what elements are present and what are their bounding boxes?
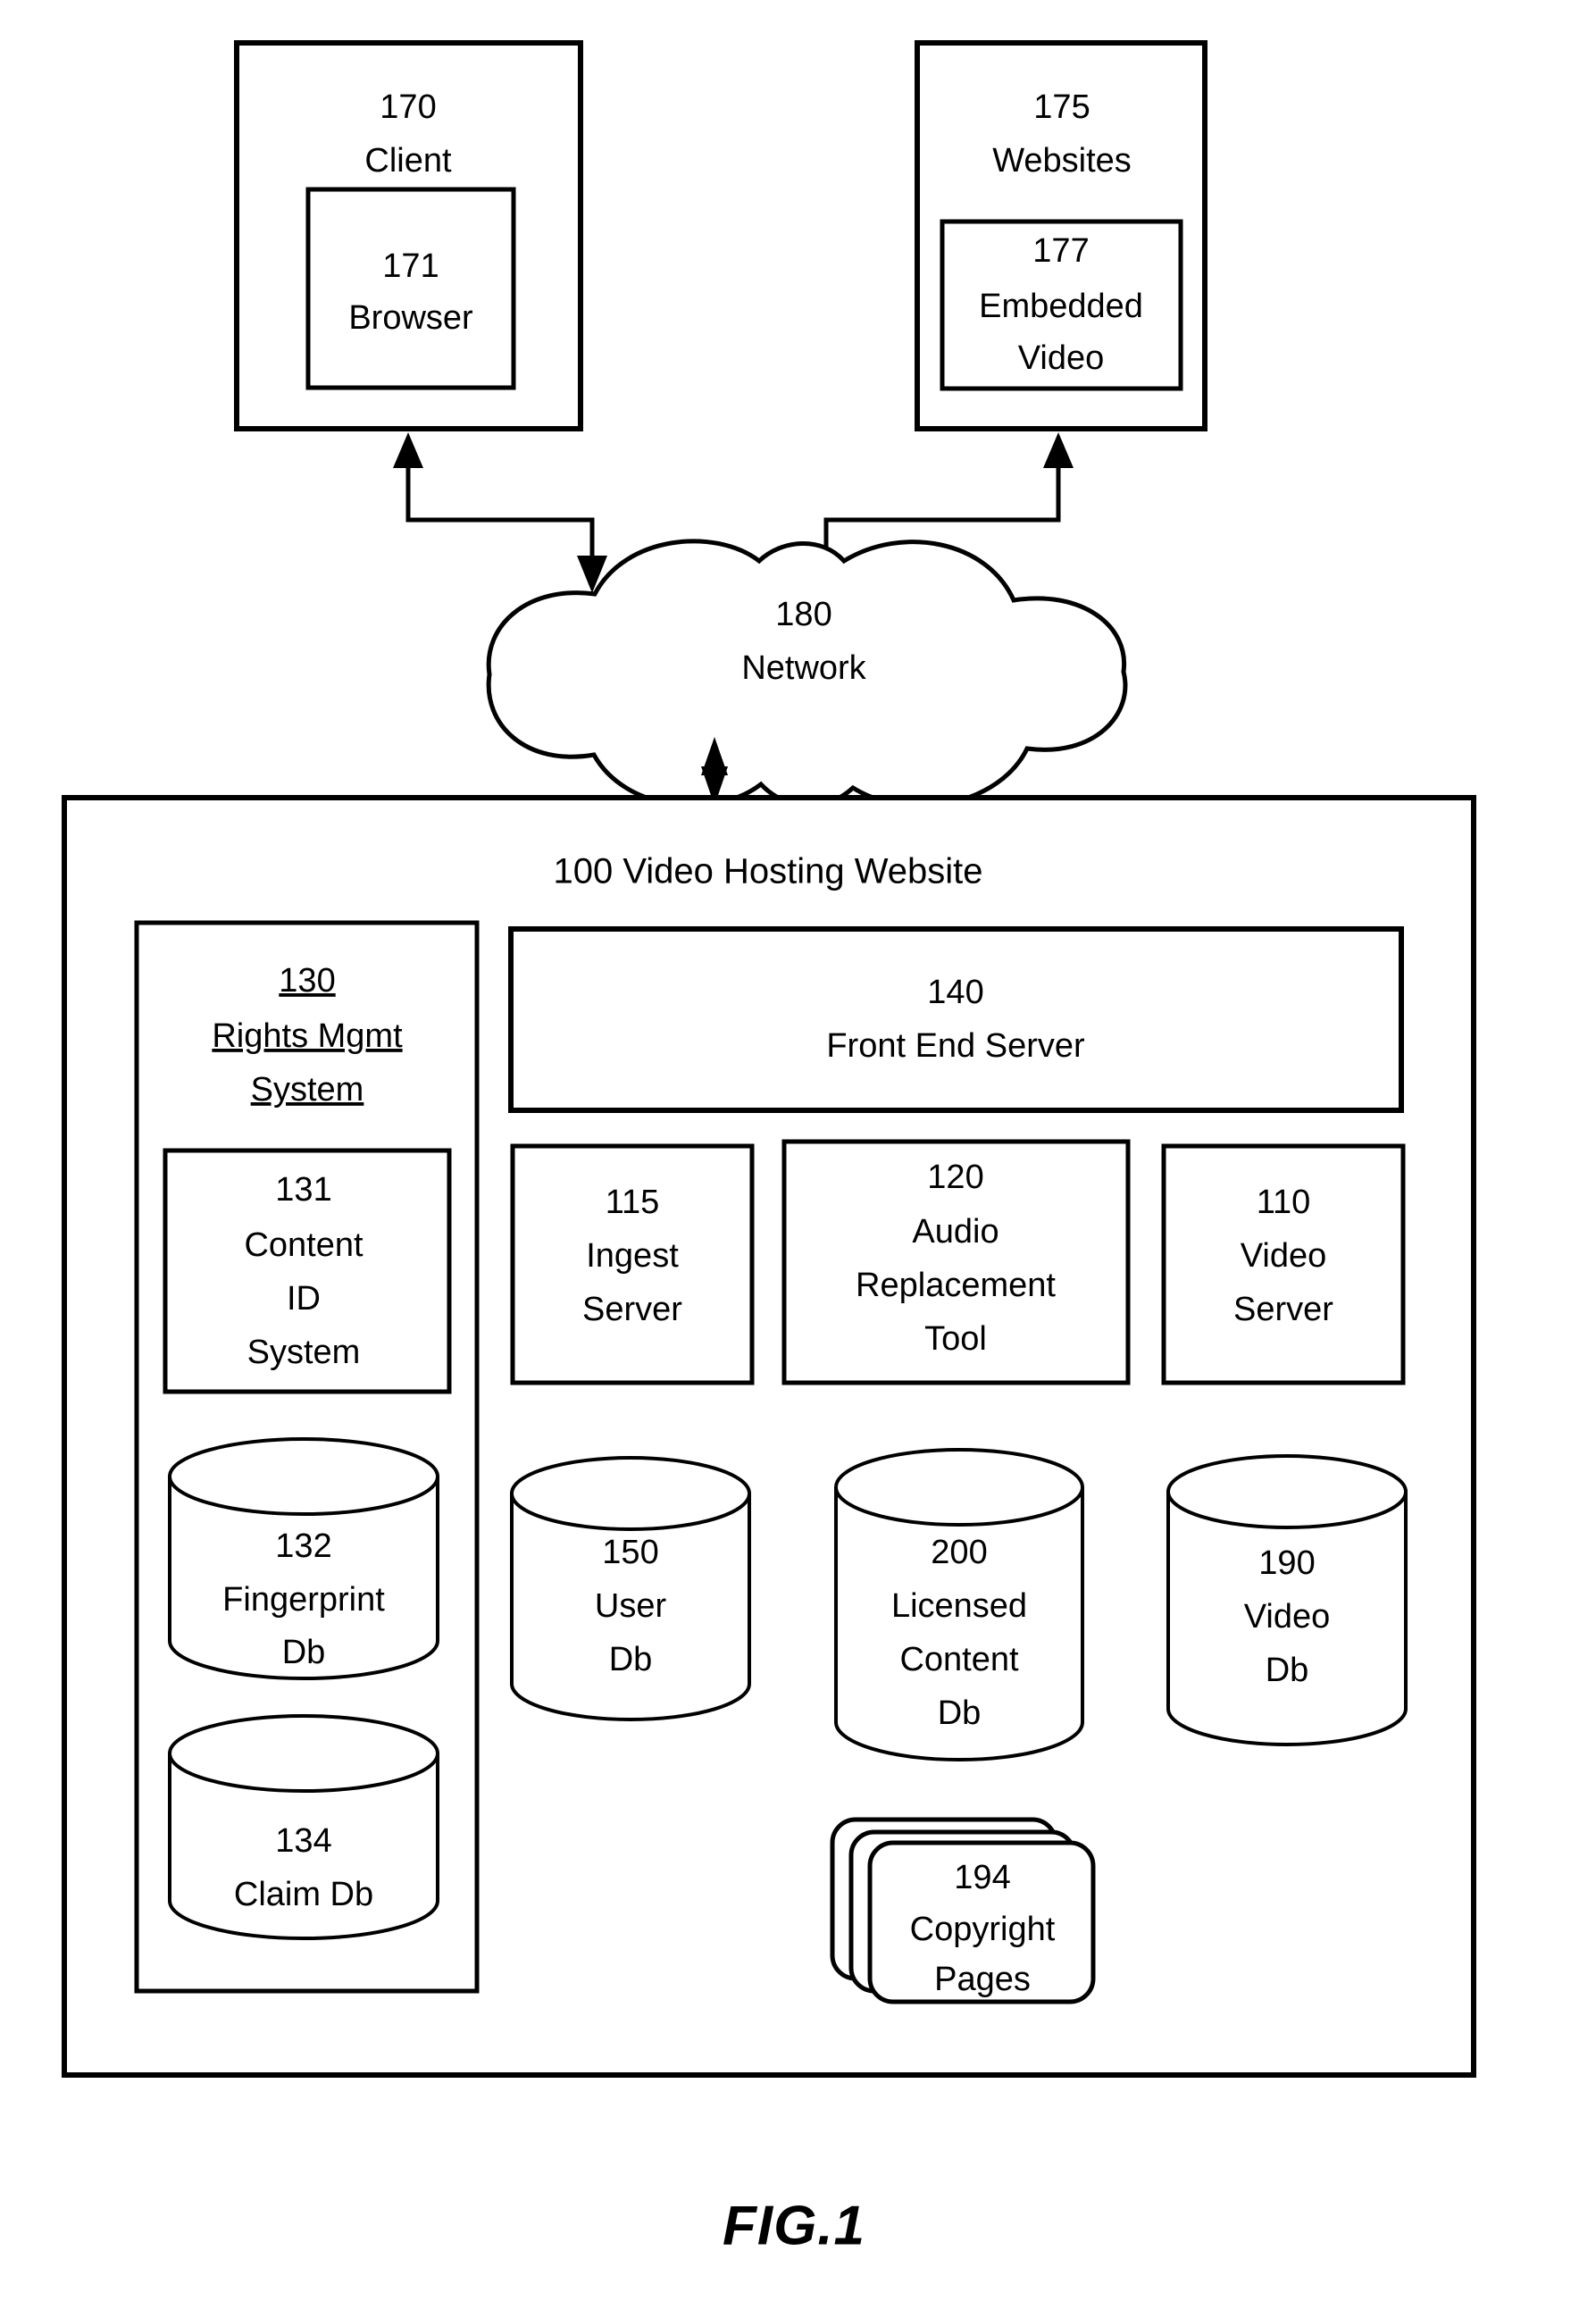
websites-node[interactable]: 175 Websites 177 Embedded Video: [915, 40, 1207, 431]
fingerprint-db-line2: Db: [282, 1634, 326, 1671]
user-db-cylinder-top: [510, 1456, 751, 1531]
network-cloud-node[interactable]: 180 Network: [486, 539, 1128, 808]
licensed-content-db-cylinder-top: [834, 1448, 1084, 1527]
user-db-ref: 150: [602, 1534, 658, 1571]
client-label: Client: [364, 142, 452, 180]
network-ref: 180: [775, 596, 831, 633]
audio-replacement-tool-line3: Tool: [924, 1320, 987, 1358]
content-id-system-line2: ID: [287, 1280, 321, 1318]
video-db-node[interactable]: 190 Video Db: [1166, 1454, 1408, 1746]
fingerprint-db-node[interactable]: 132 Fingerprint Db: [168, 1437, 439, 1680]
audio-replacement-tool-ref: 120: [927, 1159, 983, 1196]
video-db-line1: Video: [1244, 1598, 1331, 1636]
claim-db-ref: 134: [275, 1822, 331, 1860]
video-server-ref: 110: [1257, 1184, 1311, 1221]
user-db-line1: User: [595, 1587, 667, 1625]
claim-db-line1: Claim Db: [234, 1876, 373, 1913]
licensed-content-db-node[interactable]: 200 Licensed Content Db: [834, 1448, 1084, 1761]
content-id-system-node[interactable]: 131 Content ID System: [163, 1148, 452, 1394]
front-end-server-node[interactable]: 140 Front End Server: [508, 926, 1404, 1113]
user-db-node[interactable]: 150 User Db: [510, 1456, 751, 1721]
video-db-ref: 190: [1258, 1544, 1315, 1582]
licensed-content-db-line3: Db: [938, 1694, 982, 1732]
video-db-cylinder-top: [1166, 1454, 1408, 1529]
rights-mgmt-label-line2: System: [251, 1071, 364, 1109]
front-end-server-ref: 140: [927, 974, 983, 1011]
arrow-head-to-client: [393, 432, 423, 468]
video-server-node[interactable]: 110 Video Server: [1161, 1143, 1406, 1385]
front-end-server-box[interactable]: [508, 926, 1404, 1113]
content-id-system-line1: Content: [244, 1226, 363, 1264]
licensed-content-db-line2: Content: [899, 1641, 1019, 1678]
embedded-video-label-line2: Video: [1018, 339, 1105, 377]
client-ref: 170: [380, 88, 436, 126]
copyright-pages-line2: Pages: [934, 1961, 1031, 1998]
browser-label: Browser: [348, 299, 473, 337]
patent-figure-diagram: 170 Client 171 Browser 175 Websites 177 …: [62, 40, 1476, 2256]
fingerprint-db-cylinder-top: [168, 1437, 439, 1516]
client-node[interactable]: 170 Client 171 Browser: [234, 40, 583, 431]
rights-mgmt-ref: 130: [279, 962, 335, 1000]
fingerprint-db-line1: Fingerprint: [222, 1581, 385, 1619]
video-server-line2: Server: [1233, 1291, 1333, 1328]
figure-root: 170 Client 171 Browser 175 Websites 177 …: [0, 0, 1596, 2301]
ingest-server-ref: 115: [606, 1184, 660, 1221]
network-label: Network: [741, 649, 866, 687]
ingest-server-node[interactable]: 115 Ingest Server: [510, 1143, 755, 1385]
audio-replacement-tool-line2: Replacement: [856, 1267, 1056, 1304]
licensed-content-db-ref: 200: [931, 1534, 987, 1571]
claim-db-cylinder-top: [168, 1714, 439, 1793]
rights-mgmt-label-line1: Rights Mgmt: [212, 1017, 403, 1055]
figure-caption: FIG.1: [723, 2195, 865, 2256]
content-id-system-line3: System: [247, 1334, 361, 1371]
copyright-pages-ref: 194: [954, 1859, 1010, 1896]
browser-ref: 171: [382, 247, 439, 285]
audio-replacement-tool-node[interactable]: 120 Audio Replacement Tool: [781, 1139, 1131, 1385]
embedded-video-label-line1: Embedded: [979, 288, 1143, 325]
copyright-pages-node[interactable]: 194 Copyright Pages: [830, 1817, 1096, 2004]
video-hosting-website-title: 100 Video Hosting Website: [553, 852, 982, 891]
licensed-content-db-line1: Licensed: [891, 1587, 1027, 1625]
websites-ref: 175: [1033, 88, 1090, 126]
copyright-pages-line1: Copyright: [910, 1911, 1056, 1948]
client-network-path: [405, 447, 595, 576]
front-end-server-label: Front End Server: [826, 1027, 1085, 1065]
embedded-video-ref: 177: [1032, 232, 1089, 270]
arrow-head-to-websites: [1043, 432, 1074, 468]
content-id-system-ref: 131: [275, 1171, 331, 1209]
browser-box[interactable]: [305, 187, 516, 390]
ingest-server-line2: Server: [582, 1291, 682, 1328]
user-db-line2: Db: [609, 1641, 653, 1678]
client-network-connector: [393, 432, 607, 593]
video-db-line2: Db: [1266, 1652, 1309, 1689]
fingerprint-db-ref: 132: [275, 1527, 331, 1565]
ingest-server-line1: Ingest: [586, 1237, 679, 1275]
websites-label: Websites: [992, 142, 1132, 180]
claim-db-node[interactable]: 134 Claim Db: [168, 1714, 439, 1940]
audio-replacement-tool-line1: Audio: [912, 1213, 999, 1251]
video-server-line1: Video: [1241, 1237, 1327, 1275]
